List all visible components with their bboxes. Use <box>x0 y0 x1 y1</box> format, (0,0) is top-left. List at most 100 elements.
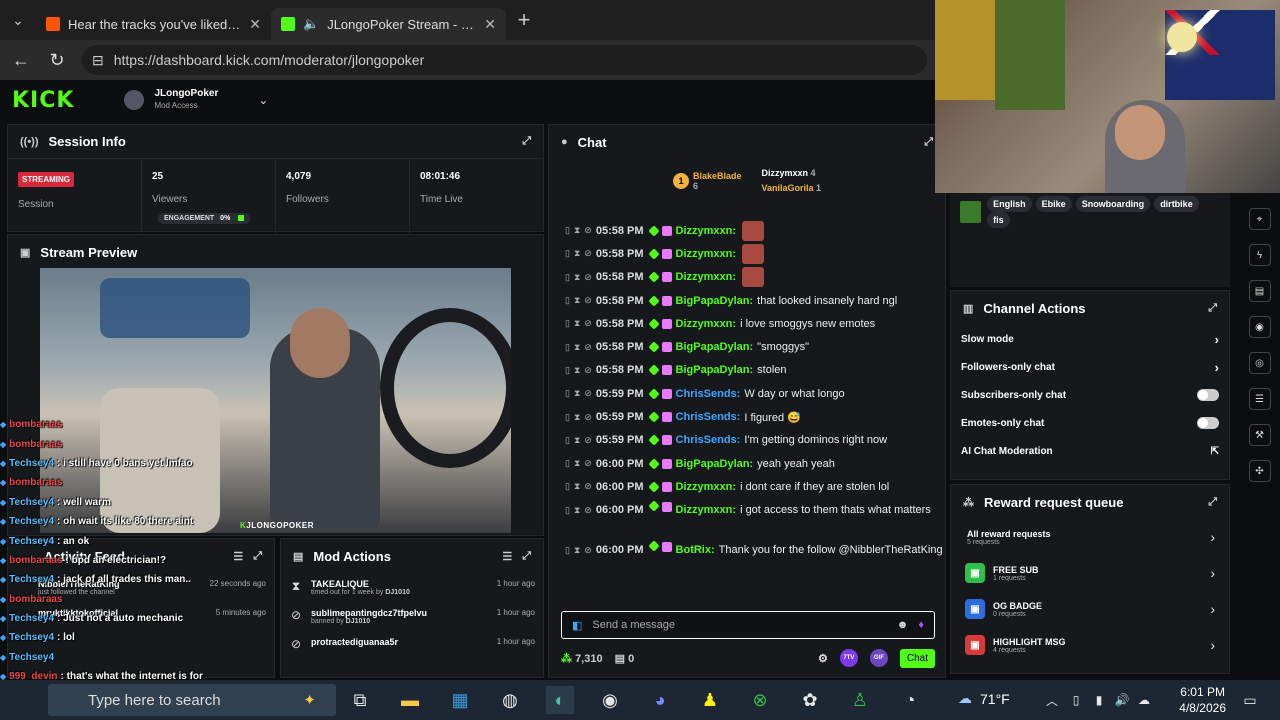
ban-icon[interactable]: ⊘ <box>584 365 592 376</box>
recording-app-icon[interactable]: ◔ <box>896 686 924 714</box>
ban-icon[interactable]: ⊘ <box>584 481 592 492</box>
xbox-icon[interactable]: ⊗ <box>746 686 774 714</box>
tag-chip[interactable]: Snowboarding <box>1075 196 1151 212</box>
close-icon[interactable]: ✕ <box>249 16 261 33</box>
chat-username[interactable]: BigPapaDylan: <box>676 364 754 376</box>
chat-username[interactable]: ChrisSends: <box>676 388 741 400</box>
tag-chip[interactable]: English <box>987 196 1032 212</box>
chat-username[interactable]: Dizzymxxn: <box>676 481 737 493</box>
chat-username[interactable]: ChrisSends: <box>676 434 741 446</box>
app-icon[interactable]: ✿ <box>796 686 824 714</box>
reward-og-badge[interactable]: ▣ OG BADGE 0 requests › <box>951 591 1229 627</box>
subscribers-only-toggle[interactable] <box>1197 389 1219 401</box>
focus-icon[interactable]: ⌖ <box>1248 208 1271 230</box>
timeout-hourglass-icon[interactable]: ⧗ <box>574 388 580 399</box>
apps-icon[interactable]: ✣ <box>1248 460 1271 482</box>
lightning-icon[interactable]: ϟ <box>1248 244 1271 266</box>
timeout-hourglass-icon[interactable]: ⧗ <box>574 225 580 236</box>
timeout-hourglass-icon[interactable]: ⧗ <box>574 542 580 558</box>
delete-icon[interactable]: ▯ <box>565 248 570 259</box>
discord-icon[interactable]: ◕ <box>646 686 674 714</box>
ban-icon[interactable]: ⊘ <box>584 225 592 236</box>
chat-message[interactable]: ▯ ⧗ ⊘ 05:58 PM Dizzymxxn: <box>549 219 945 242</box>
delete-icon[interactable]: ▯ <box>565 435 570 446</box>
tag-chip[interactable]: Ebike <box>1035 196 1072 212</box>
send-chat-button[interactable]: Chat <box>899 648 935 668</box>
timeout-hourglass-icon[interactable]: ⧗ <box>574 295 580 306</box>
task-view-icon[interactable]: ⧉ <box>346 686 374 714</box>
expand-icon[interactable]: ⤢ <box>924 136 933 149</box>
ban-icon[interactable]: ⊘ <box>584 295 592 306</box>
filter-icon[interactable]: ☰ <box>233 550 243 563</box>
activity-item[interactable]: NibblerTheRatKing just followed the chann… <box>8 573 274 602</box>
browser-tab-kick[interactable]: 🔈 JLongoPoker Stream - Kick Da ✕ <box>271 8 506 40</box>
tag-chip[interactable]: dirtbike <box>1154 196 1199 212</box>
edge-icon[interactable]: ◐ <box>546 686 574 714</box>
expand-icon[interactable]: ⤢ <box>1208 496 1217 509</box>
mod-action-item[interactable]: ⊘ protractediguanaa5r 1 hour ago <box>281 631 543 657</box>
gifter-1[interactable]: 1 BlakeBlade 6 <box>672 171 741 191</box>
chat-message[interactable]: ▯ ⧗ ⊘ 06:00 PM Dizzymxxn: i dont care if they… <box>549 475 945 498</box>
chat-username[interactable]: Dizzymxxn: <box>676 502 737 518</box>
filter-icon[interactable]: ☰ <box>502 550 512 563</box>
timeout-hourglass-icon[interactable]: ⧗ <box>574 502 580 518</box>
chat-message[interactable]: ▯ ⧗ ⊘ 05:58 PM BigPapaDylan: "smoggys" <box>549 335 945 358</box>
chevron-right-icon[interactable]: › <box>1215 360 1219 375</box>
timeout-hourglass-icon[interactable]: ⧗ <box>574 458 580 469</box>
chat-message[interactable]: ▯ ⧗ ⊘ 05:58 PM Dizzymxxn: i love smoggys new … <box>549 312 945 335</box>
chat-username[interactable]: Dizzymxxn: <box>676 225 737 237</box>
chat-message[interactable]: ▯ ⧗ ⊘ 05:59 PM ChrisSends: W day or what long… <box>549 382 945 405</box>
delete-icon[interactable]: ▯ <box>565 458 570 469</box>
chat-username[interactable]: BigPapaDylan: <box>676 341 754 353</box>
emoji-icon[interactable]: ☻ <box>897 619 909 631</box>
chat-message[interactable]: ▯ ⧗ ⊘ 05:58 PM BigPapaDylan: stolen <box>549 359 945 382</box>
weather-widget[interactable]: ☁ 71°F <box>958 690 1010 707</box>
timeout-hourglass-icon[interactable]: ⧗ <box>574 272 580 283</box>
timeout-hourglass-icon[interactable]: ⧗ <box>574 342 580 353</box>
chat-username[interactable]: Dizzymxxn: <box>676 318 737 330</box>
delete-icon[interactable]: ▯ <box>565 502 570 518</box>
file-explorer-icon[interactable]: ▬ <box>396 686 424 714</box>
site-info-icon[interactable]: ⊟ <box>92 52 104 69</box>
channel-selector[interactable]: JLongoPoker Mod Access <box>154 88 218 112</box>
chevron-right-icon[interactable]: › <box>1210 601 1215 617</box>
ban-icon[interactable]: ⊘ <box>584 458 592 469</box>
emotes-only-toggle[interactable] <box>1197 417 1219 429</box>
chat-icon[interactable]: ◉ <box>1248 316 1271 338</box>
badge-gif[interactable]: GIF <box>869 649 888 667</box>
reload-icon[interactable]: ↻ <box>46 50 68 71</box>
ban-icon[interactable]: ⊘ <box>584 435 592 446</box>
ban-icon[interactable]: ⊘ <box>584 272 592 283</box>
timeout-hourglass-icon[interactable]: ⧗ <box>574 481 580 492</box>
notifications-icon[interactable]: ▭ <box>1236 686 1264 714</box>
timeout-hourglass-icon[interactable]: ⧗ <box>574 412 580 423</box>
mod-action-item[interactable]: ⊘ sublimepantingdcz7tfpelvu banned by DJ1… <box>281 602 543 631</box>
url-field[interactable]: ⊟ https://dashboard.kick.com/moderator/j… <box>82 45 927 75</box>
broadcast-icon[interactable]: ◎ <box>1248 352 1271 374</box>
chat-username[interactable]: BigPapaDylan: <box>676 458 754 470</box>
chat-message[interactable]: ▯ ⧗ ⊘ 06:00 PM Dizzymxxn: i got access to the… <box>549 499 945 539</box>
expand-icon[interactable]: ⤢ <box>522 550 531 563</box>
settings-gear-icon[interactable]: ⚙ <box>818 652 828 665</box>
chat-message[interactable]: ▯ ⧗ ⊘ 05:58 PM BigPapaDylan: that looked insa… <box>549 289 945 312</box>
chat-username[interactable]: Dizzymxxn: <box>676 271 737 283</box>
chat-message[interactable]: ▯ ⧗ ⊘ 05:58 PM Dizzymxxn: <box>549 266 945 289</box>
chevron-right-icon[interactable]: › <box>1210 637 1215 653</box>
delete-icon[interactable]: ▯ <box>565 342 570 353</box>
delete-icon[interactable]: ▯ <box>565 388 570 399</box>
chat-message[interactable]: ▯ ⧗ ⊘ 06:00 PM BigPapaDylan: yeah yeah yeah <box>549 452 945 475</box>
taskbar-search[interactable]: Type here to search ✦ <box>48 684 336 716</box>
activity-item[interactable]: mruktikktokofficial 5 minutes ago <box>8 602 274 624</box>
delete-icon[interactable]: ▯ <box>565 542 570 558</box>
wrench-icon[interactable]: ⚒ <box>1248 424 1271 446</box>
delete-icon[interactable]: ▯ <box>565 318 570 329</box>
kick-logo[interactable]: KICK <box>12 88 74 113</box>
gifter-2[interactable]: Dizzymxxn 4 <box>761 166 821 181</box>
points-display[interactable]: ⁂ 7,310 <box>561 652 603 665</box>
browser-tab-soundcloud[interactable]: Hear the tracks you've liked: on So ✕ <box>36 8 271 40</box>
ban-icon[interactable]: ⊘ <box>584 342 592 353</box>
chevron-right-icon[interactable]: › <box>1210 529 1215 545</box>
taskbar-clock[interactable]: 6:01 PM 4/8/2026 <box>1179 684 1226 716</box>
chat-message[interactable]: ▯ ⧗ ⊘ 05:58 PM Dizzymxxn: <box>549 242 945 265</box>
chat-message[interactable]: ▯ ⧗ ⊘ 05:59 PM ChrisSends: I figured 😅 <box>549 405 945 428</box>
